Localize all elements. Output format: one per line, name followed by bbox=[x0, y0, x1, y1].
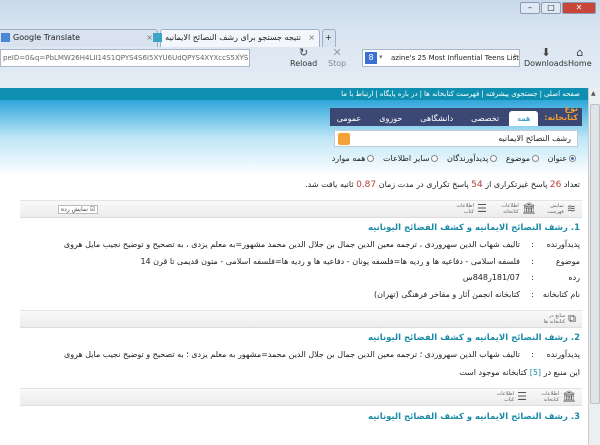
tab-public[interactable]: عمومی bbox=[329, 111, 369, 126]
navigation-bar: peID=0&q=PbLMW26H4LII14S1QPYS4S6I5XYU6Ud… bbox=[0, 47, 600, 73]
library-info-button[interactable]: 🏛 اطلاعات کتابخانه bbox=[537, 391, 576, 403]
scroll-up-icon[interactable]: ▲ bbox=[591, 90, 596, 97]
url-bar[interactable]: peID=0&q=PbLMW26H4LII14S1QPYS4S6I5XYU6Ud… bbox=[0, 49, 250, 67]
scrollbar[interactable]: ▲ bbox=[588, 88, 600, 445]
reload-icon: ↻ bbox=[299, 46, 309, 59]
site-menu: صفحه اصلی|جستجوی پیشرفته|فهرست کتابخانه … bbox=[0, 88, 588, 100]
list-icon: ☰ bbox=[476, 202, 487, 215]
close-tab-icon[interactable]: × bbox=[308, 33, 315, 42]
home-label: Home bbox=[568, 59, 592, 68]
downloads-label: Downloads bbox=[524, 59, 568, 68]
library-count-link[interactable]: [5] bbox=[530, 368, 541, 377]
availability: این منبع در [5] کتابخانه موجود است bbox=[459, 368, 580, 377]
close-window-button[interactable]: ✕ bbox=[562, 2, 596, 14]
book-info-button[interactable]: ☰ اطلاعات کتاب bbox=[492, 391, 527, 403]
library-icon: 🏛 bbox=[521, 202, 536, 215]
query-value: رشف النصائح الایمانیه bbox=[498, 134, 571, 143]
library-type-tabs: نوع کتابخانه: همه تخصصی دانشگاهی حوزوی ع… bbox=[329, 104, 582, 126]
browser-chrome: – □ ✕ Google Translate × نتیجه جستجو برای ر… bbox=[0, 0, 600, 88]
result-field: موضوع: فلسفه اسلامی - دفاعیه ها و ردیه ها… bbox=[140, 257, 580, 266]
sources-button[interactable]: ⧉ منابع در کتابخانه ها bbox=[539, 313, 576, 325]
result-field: نام کتابخانه: کتابخانه انجمن آثار و مفاخر… bbox=[374, 290, 580, 299]
bookmark-star-icon[interactable]: ☆▿ bbox=[236, 52, 246, 60]
result-toolbar: ⧉ منابع در کتابخانه ها bbox=[20, 310, 582, 328]
search-icon[interactable]: ⌕ bbox=[513, 52, 517, 61]
result-toolbar: 🏛 اطلاعات کتابخانه ☰ اطلاعات کتاب bbox=[20, 388, 582, 406]
radio-other-info[interactable]: سایر اطلاعات bbox=[383, 154, 439, 163]
radio-subject[interactable]: موضوع bbox=[506, 154, 540, 163]
tab-specialized[interactable]: تخصصی bbox=[463, 111, 507, 126]
menu-home[interactable]: صفحه اصلی bbox=[544, 90, 580, 98]
menu-about[interactable]: در باره پایگاه bbox=[380, 90, 418, 98]
home-icon: ⌂ bbox=[576, 46, 584, 59]
tab-search-result[interactable]: نتیجه جستجو برای رشف النصائح الایمانیه × bbox=[153, 29, 320, 47]
result-title[interactable]: 1. رشف النصائح الایمانیه و کشف الفضائح ا… bbox=[368, 223, 580, 233]
query-input[interactable]: رشف النصائح الایمانیه bbox=[334, 130, 578, 147]
radio-all[interactable]: همه موارد bbox=[332, 154, 375, 163]
search-go-button[interactable] bbox=[338, 133, 350, 145]
search-value: azine's 25 Most Influential Teens List bbox=[391, 54, 520, 62]
google-icon: 8 bbox=[365, 52, 377, 64]
tab-google-translate[interactable]: Google Translate × bbox=[0, 29, 158, 47]
home-button[interactable]: ⌂ Home bbox=[568, 46, 592, 69]
library-icon: 🏛 bbox=[562, 390, 576, 403]
reload-button[interactable]: ↻ Reload bbox=[290, 46, 318, 69]
result-title[interactable]: 2. رشف النصائح الایمانیه و کشف الفضائح ا… bbox=[368, 333, 580, 343]
scroll-thumb[interactable] bbox=[590, 104, 600, 404]
library-favicon bbox=[153, 33, 163, 42]
stop-icon: ✕ bbox=[332, 46, 342, 59]
search-field-radios: عنوان موضوع پدیدآورندگان سایر اطلاعات هم… bbox=[330, 154, 582, 163]
result-field: پدیدآورنده: تالیف شهاب الدین سهروردی ؛ تر… bbox=[63, 350, 580, 359]
menu-advanced-search[interactable]: جستجوی پیشرفته bbox=[486, 90, 538, 98]
search-box[interactable]: 8 ▾ azine's 25 Most Influential Teens List… bbox=[362, 49, 520, 67]
maximize-button[interactable]: □ bbox=[541, 2, 561, 14]
reload-label: Reload bbox=[290, 59, 318, 68]
url-text: peID=0&q=PbLMW26H4LII14S1QPYS4S6I5XYU6Ud… bbox=[3, 54, 250, 62]
downloads-button[interactable]: ⬇ Downloads bbox=[524, 46, 568, 69]
result-field: رده:181/07ر848س bbox=[462, 273, 580, 282]
copy-icon: ⧉ bbox=[568, 312, 576, 325]
close-tab-icon[interactable]: × bbox=[146, 33, 153, 42]
tab-label: Google Translate bbox=[13, 33, 81, 42]
radio-title[interactable]: عنوان bbox=[548, 154, 576, 163]
result-count: تعداد 26 پاسخ غیرتکراری از 54 پاسخ تکرار… bbox=[305, 180, 580, 190]
menu-library-list[interactable]: فهرست کتابخانه ها bbox=[424, 90, 479, 98]
show-list-button[interactable]: ≋ نمایش فهرست bbox=[546, 203, 576, 215]
new-tab-button[interactable]: + bbox=[322, 29, 336, 47]
minimize-button[interactable]: – bbox=[520, 2, 540, 14]
list-icon: ☰ bbox=[517, 390, 528, 403]
menu-contact[interactable]: ارتباط با ما bbox=[341, 90, 373, 98]
result-field: پدیدآورنده: تالیف شهاب الدین سهروردی ، تر… bbox=[63, 240, 580, 249]
layers-icon: ≋ bbox=[566, 202, 576, 215]
download-icon: ⬇ bbox=[541, 46, 551, 59]
tab-seminary[interactable]: حوزوی bbox=[371, 111, 410, 126]
window-controls: – □ ✕ bbox=[520, 2, 596, 14]
show-category-button[interactable]: ☑ نمایش رده bbox=[58, 204, 99, 214]
tab-all[interactable]: همه bbox=[509, 111, 539, 126]
library-info-button[interactable]: 🏛 اطلاعات کتابخانه bbox=[497, 203, 536, 215]
google-translate-icon bbox=[1, 33, 10, 42]
book-info-button[interactable]: ☰ اطلاعات کتاب bbox=[452, 202, 487, 215]
result-toolbar: ≋ نمایش فهرست 🏛 اطلاعات کتابخانه ☰ اطلاعات … bbox=[20, 200, 582, 218]
stop-button[interactable]: ✕ Stop bbox=[328, 46, 347, 69]
tab-label: نتیجه جستجو برای رشف النصائح الایمانیه bbox=[165, 33, 301, 42]
stop-label: Stop bbox=[328, 59, 347, 68]
tab-university[interactable]: دانشگاهی bbox=[412, 111, 461, 126]
search-panel: نوع کتابخانه: همه تخصصی دانشگاهی حوزوی ع… bbox=[329, 104, 582, 178]
radio-authors[interactable]: پدیدآورندگان bbox=[447, 154, 498, 163]
result-title[interactable]: 3. رشف النصائح الایمانیه و کشف الفضائح ا… bbox=[368, 412, 580, 422]
library-type-label: نوع کتابخانه: bbox=[544, 104, 578, 122]
